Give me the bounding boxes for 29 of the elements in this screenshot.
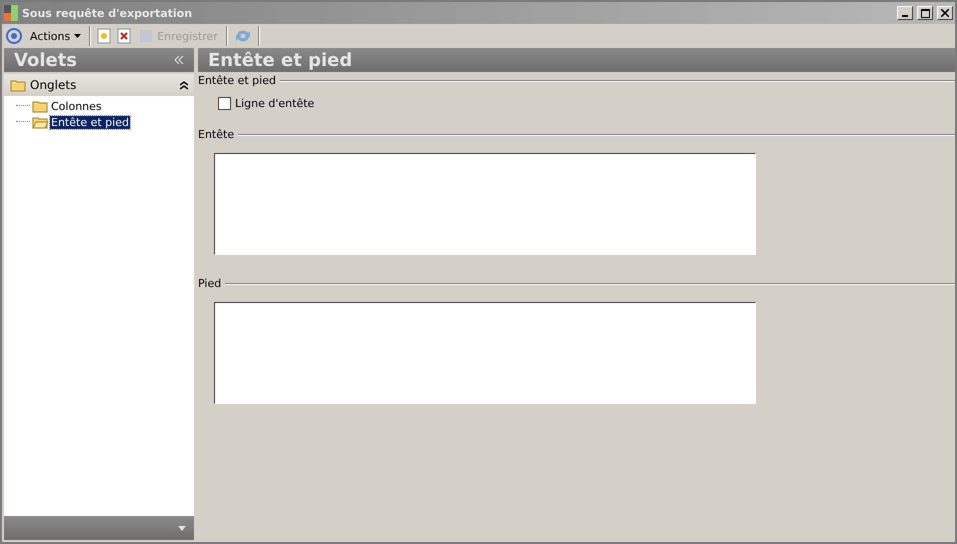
open-folder-icon (32, 116, 48, 128)
checkbox[interactable] (218, 97, 231, 110)
group-label: Entête (198, 128, 234, 141)
tree-item[interactable]: Entête et pied (50, 116, 130, 128)
minimize-button[interactable] (897, 6, 913, 20)
sidebar-title: Volets (14, 50, 78, 70)
delete-document-icon[interactable] (117, 28, 132, 44)
folder-icon (10, 78, 26, 92)
window-title: Sous requête d'exportation (22, 6, 194, 20)
target-icon[interactable] (6, 28, 22, 44)
maximize-icon (920, 8, 930, 18)
app-icon (4, 5, 18, 21)
caret-icon (74, 34, 82, 38)
dropdown-icon[interactable] (178, 526, 186, 530)
group-label: Onglets (30, 78, 78, 92)
checkbox-label: Ligne d'entête (235, 97, 314, 110)
maximize-button[interactable] (917, 6, 933, 20)
panel-title: Entête et pied (208, 50, 352, 70)
actions-menu[interactable]: Actions (28, 30, 84, 42)
group-row[interactable]: Onglets (4, 74, 194, 96)
collapse-up-icon[interactable] (180, 80, 188, 90)
close-icon (941, 9, 949, 17)
new-document-icon[interactable] (97, 28, 112, 44)
group-label: Pied (198, 277, 222, 290)
folder-icon (32, 100, 48, 112)
section-label: Entête et pied (198, 74, 276, 87)
tree-item[interactable]: Colonnes (50, 100, 103, 112)
close-button[interactable] (937, 6, 953, 20)
collapse-icon[interactable] (174, 56, 184, 64)
